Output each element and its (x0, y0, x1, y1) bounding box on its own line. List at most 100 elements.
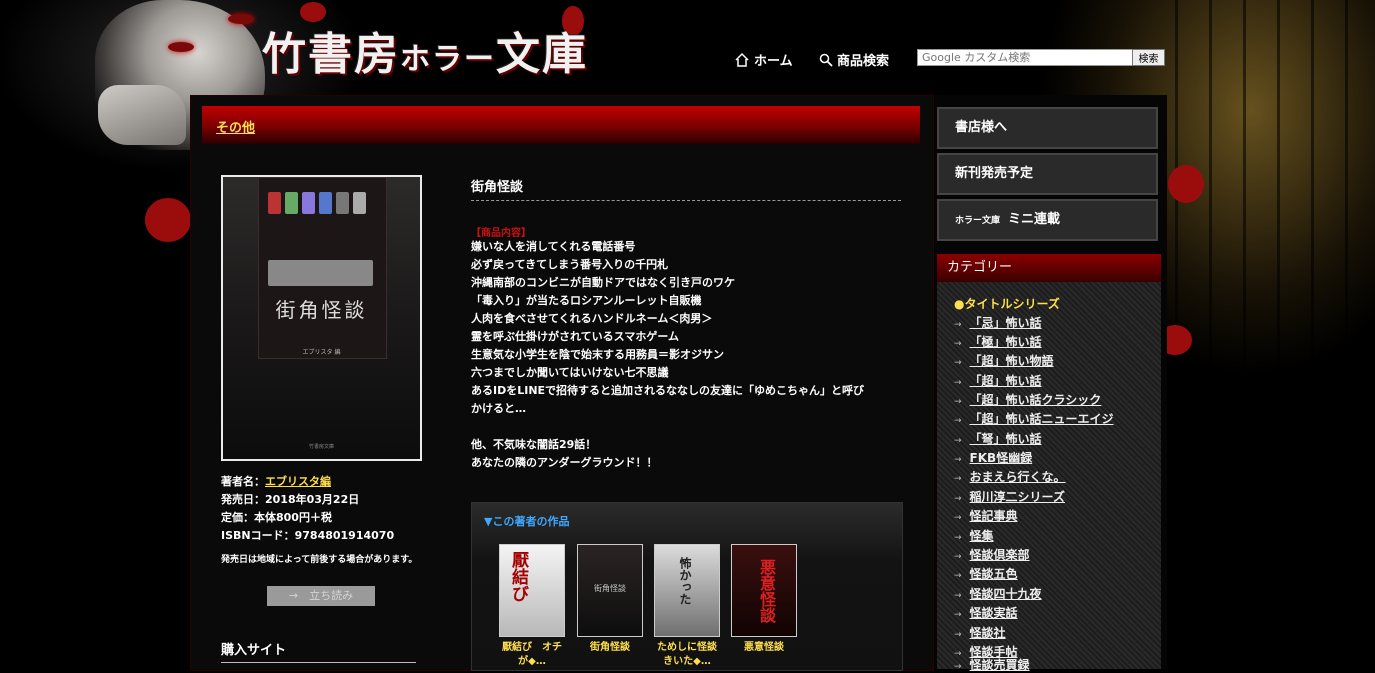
search-input[interactable] (917, 49, 1133, 66)
arrow-right-icon: → (954, 378, 962, 388)
machine-slot (319, 192, 332, 214)
category-item-label: 怪記事典 (969, 509, 1018, 523)
category-item[interactable]: → 「極」怖い話 (954, 333, 1042, 350)
category-item-label: 怪集 (969, 529, 994, 543)
arrow-right-icon: → (954, 474, 962, 484)
mini-serial-prefix: ホラー文庫 (955, 216, 1001, 226)
category-item[interactable]: → FKB怪幽録 (954, 449, 1032, 466)
description-line: あるIDをLINEで招待すると追加されるななしの友達に「ゆめこちゃん」と呼び (471, 384, 865, 397)
author-line: 著者名：エブリスタ編 (221, 473, 331, 489)
arrow-right-icon: → (954, 455, 962, 465)
author-link[interactable]: エブリスタ編 (265, 475, 331, 488)
description-line: 沖縄南部のコンビニが自動ドアではなく引き戸のワケ (471, 276, 735, 289)
work-label: 厭結び オチ が◆… (502, 642, 562, 667)
work-label: ためしに怪談 きいた◆… (657, 642, 717, 667)
category-item[interactable]: → 稲川淳二シリーズ (954, 488, 1065, 505)
category-item[interactable]: → 怪談社 (954, 624, 1006, 641)
category-item-label: 怪談実話 (969, 606, 1018, 620)
sidebar-for-stores-button[interactable]: 書店様へ (937, 107, 1158, 149)
category-header: カテゴリー (937, 254, 1161, 282)
nav-home-link[interactable]: ホーム (734, 50, 793, 69)
category-item[interactable]: → 「弩」怖い話 (954, 430, 1042, 447)
description-line: かけると… (471, 402, 526, 415)
category-item-label: おまえら行くな。 (969, 470, 1066, 484)
nav-home-label: ホーム (754, 54, 793, 69)
search-icon (819, 53, 833, 67)
description-line: 生意気な小学生を陰で始末する用務員＝影オジサン (471, 348, 724, 361)
preview-read-button[interactable]: → 立ち読み (267, 586, 375, 606)
category-item[interactable]: → 「超」怖い話ニューエイジ (954, 410, 1114, 427)
author-works-panel: ▼この著者の作品 厭結び 厭結び オチ が◆… 街角怪談 街角怪談 怖かった た… (471, 502, 903, 671)
book-title: 街角怪談 (471, 180, 524, 195)
author-work-item[interactable]: 厭結び 厭結び オチ が◆… (499, 544, 565, 669)
arrow-right-icon: → (954, 339, 962, 349)
category-item[interactable]: → 怪談売買録 (954, 656, 1030, 673)
cover-publisher-text: 竹書房文庫 (308, 444, 334, 450)
book-description: 嫌いな人を消してくれる電話番号 必ず戻ってきてしまう番号入りの千円札 沖縄南部の… (471, 238, 906, 472)
vending-machine-illustration (258, 177, 387, 359)
author-label: 著者名： (221, 475, 265, 488)
arrow-right-icon: → (954, 610, 962, 620)
category-item-label: 怪談五色 (969, 567, 1018, 581)
blood-splatter (145, 198, 191, 242)
arrow-right-icon: → (954, 494, 962, 504)
category-item[interactable]: → 「忌」怖い話 (954, 314, 1042, 331)
arrow-right-icon: → (954, 630, 962, 640)
category-item-label: 「超」怖い話 (969, 374, 1042, 388)
arrow-right-icon: → (954, 533, 962, 543)
machine-slot (285, 192, 298, 214)
book-cover-image: 街角怪談 エブリスタ 編 竹書房文庫 (221, 175, 422, 461)
category-item[interactable]: → 怪記事典 (954, 507, 1018, 524)
description-line: あなたの隣のアンダーグラウンド！！ (471, 456, 658, 469)
category-item-label: 怪談社 (969, 626, 1006, 640)
category-item[interactable]: → 怪談五色 (954, 565, 1018, 582)
logo-horror-text: ホラー (400, 42, 496, 77)
category-item-label: 「超」怖い話ニューエイジ (969, 412, 1114, 426)
arrow-right-icon: → (954, 591, 962, 601)
category-item-label: 「超」怖い物語 (969, 354, 1054, 368)
ghost-hand-illustration (98, 85, 186, 145)
category-item[interactable]: → 怪談実話 (954, 604, 1018, 621)
sidebar-mini-serial-button[interactable]: ホラー文庫 ミニ連載 (937, 199, 1158, 241)
description-line: 他、不気味な闇話29話！ (471, 438, 597, 451)
logo-main-text: 竹書房 (262, 29, 400, 80)
search-button[interactable]: 検索 (1132, 49, 1165, 66)
arrow-right-icon: → (954, 436, 962, 446)
title-divider (471, 200, 901, 201)
section-title-link[interactable]: その他 (216, 117, 255, 136)
author-work-item[interactable]: 悪意怪談 悪意怪談 (731, 544, 797, 655)
work-cover-image: 街角怪談 (577, 544, 643, 637)
arrow-right-icon: → (954, 552, 962, 562)
nav-product-search-label: 商品検索 (837, 54, 890, 69)
work-cover-text: 厭結び (508, 551, 528, 602)
ghost-eye (228, 14, 254, 24)
category-item-label: 「極」怖い話 (969, 335, 1042, 349)
category-item[interactable]: → 怪談倶楽部 (954, 546, 1030, 563)
description-line (471, 418, 906, 436)
work-cover-text: 悪意怪談 (757, 559, 776, 623)
category-item[interactable]: → 「超」怖い話 (954, 372, 1042, 389)
work-cover-image: 悪意怪談 (731, 544, 797, 637)
purchase-sites-heading: 購入サイト (221, 639, 416, 663)
work-cover-image: 怖かった (654, 544, 720, 637)
category-item[interactable]: → 「超」怖い話クラシック (954, 391, 1101, 408)
arrow-right-icon: → (954, 571, 962, 581)
category-item[interactable]: → 怪集 (954, 527, 994, 544)
work-cover-text: 怖かった (678, 557, 692, 605)
description-line: 必ず戻ってきてしまう番号入りの千円札 (471, 258, 669, 271)
sidebar-new-releases-button[interactable]: 新刊発売予定 (937, 153, 1158, 195)
ghost-eye (168, 42, 194, 52)
category-item[interactable]: → 「超」怖い物語 (954, 352, 1054, 369)
nav-product-search-link[interactable]: 商品検索 (819, 50, 889, 69)
arrow-right-icon: → (954, 320, 962, 330)
author-work-item[interactable]: 街角怪談 街角怪談 (577, 544, 643, 655)
description-line: 六つまでしか聞いてはいけない七不思議 (471, 366, 669, 379)
category-item[interactable]: → おまえら行くな。 (954, 468, 1066, 485)
category-item[interactable]: → 怪談四十九夜 (954, 585, 1042, 602)
section-header-bar (202, 106, 920, 144)
description-line: 「毒入り」が当たるロシアンルーレット自販機 (471, 294, 702, 307)
description-line: 霊を呼ぶ仕掛けがされているスマホゲーム (471, 330, 680, 343)
description-line: 人肉を食べさせてくれるハンドルネーム＜肉男＞ (471, 312, 713, 325)
site-logo[interactable]: 竹書房ホラー文庫 (262, 18, 588, 82)
author-work-item[interactable]: 怖かった ためしに怪談 きいた◆… (654, 544, 720, 669)
